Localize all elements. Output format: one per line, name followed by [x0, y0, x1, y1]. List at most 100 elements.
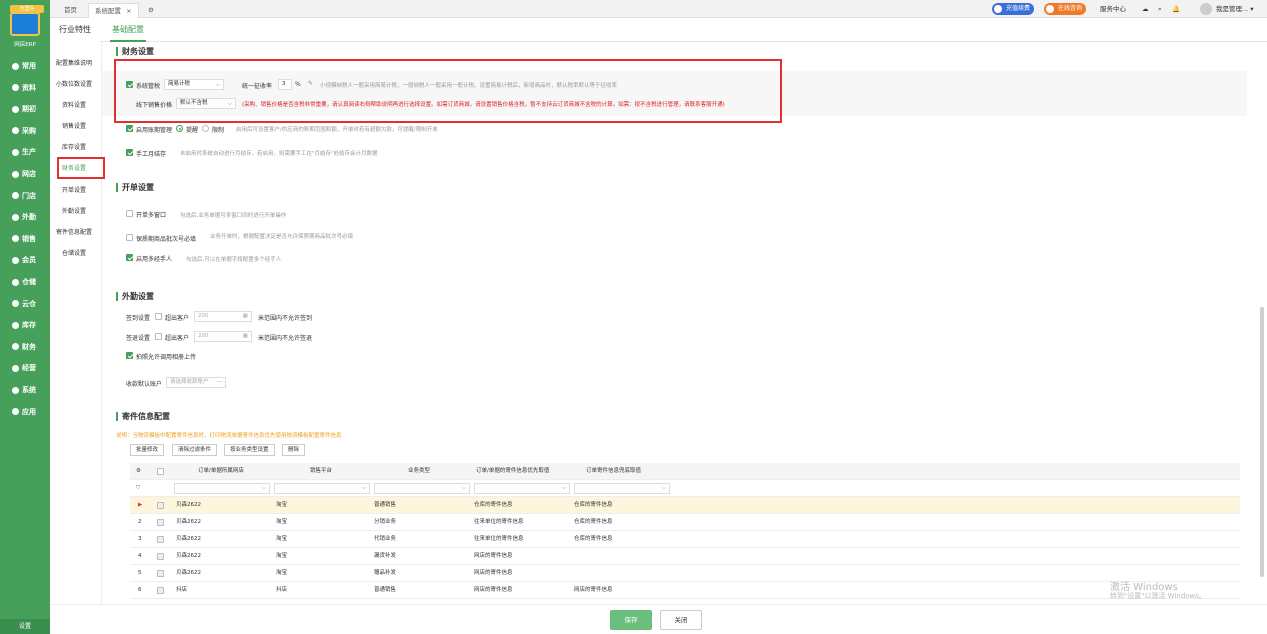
sidebar-item[interactable]: 外勤 [0, 207, 50, 227]
sidebar-item[interactable]: 网店 [0, 164, 50, 184]
app-logo: 万里牛 [10, 5, 44, 36]
chevron-down-icon: ⌵ [261, 485, 266, 491]
table-row[interactable]: 3 贝森2622 淘宝 代销业务 往来单位的寄件信息 仓库的寄件信息 [130, 531, 1240, 548]
gear-icon[interactable]: ⚙ [142, 3, 160, 18]
tab-home[interactable]: 首页 [58, 3, 83, 18]
checkout-distance-input[interactable]: 200 ▦ [194, 331, 252, 342]
more-icon[interactable]: ⋯ [217, 378, 223, 387]
multi-window-checkbox[interactable] [126, 210, 133, 217]
table-cell: 贝森2622 [176, 502, 201, 508]
gear-icon[interactable]: ⚙ [136, 463, 141, 480]
sidebar-item[interactable]: 采购 [0, 121, 50, 141]
select-all-checkbox[interactable] [157, 468, 164, 475]
sidebar-item-label: 库存 [22, 321, 36, 330]
submenu-item[interactable]: 开单设置 [50, 185, 98, 194]
search-icon[interactable]: ⌕ [1158, 3, 1162, 15]
submenu-item[interactable]: 配置集维说明 [50, 58, 98, 67]
sidebar-item[interactable]: 生产 [0, 142, 50, 162]
save-button[interactable]: 保存 [610, 610, 652, 630]
credit-checkbox[interactable] [126, 125, 133, 132]
submenu-item[interactable]: 外勤设置 [50, 206, 98, 215]
credit-limit-radio[interactable] [202, 125, 209, 132]
filter-platform-select[interactable]: ⌵ [274, 483, 370, 494]
row-checkbox[interactable] [157, 570, 164, 577]
checkin-distance-input[interactable]: 200 ▦ [194, 311, 252, 322]
grid-header[interactable]: 业务类型 [408, 463, 430, 480]
submenu-item[interactable]: 资料设置 [50, 100, 98, 109]
grid-header[interactable]: 订单/单据所属网店 [198, 463, 244, 480]
tab-basic-config[interactable]: 基础配置 [110, 18, 146, 42]
table-row[interactable]: 5 贝森2622 淘宝 赠品补发 网店的寄件信息 [130, 565, 1240, 582]
sidebar-item-label: 系统 [22, 386, 36, 394]
consult-button[interactable]: 在线咨询 [1044, 3, 1087, 15]
recharge-button[interactable]: 充值续费 [992, 3, 1035, 15]
cloud-icon[interactable]: ☁ [1142, 3, 1149, 15]
submenu-item[interactable]: 库存设置 [50, 142, 98, 151]
credit-remind-radio[interactable] [176, 125, 183, 132]
set-by-type-button[interactable]: 按业务类型设置 [224, 444, 275, 456]
grid-header[interactable]: 销售平台 [310, 463, 332, 480]
stepper-icon[interactable]: ▦ [243, 312, 248, 321]
sidebar-item[interactable]: 期初 [0, 99, 50, 119]
user-menu[interactable]: 我是管理... ▾ [1216, 3, 1254, 15]
table-row[interactable]: ▶ 贝森2622 淘宝 普通销售 仓库的寄件信息 仓库的寄件信息 [130, 497, 1240, 514]
stepper-icon[interactable]: ▦ [243, 332, 248, 341]
checkin-label: 签到设置 [126, 315, 151, 322]
checkin-beyond-checkbox[interactable] [155, 313, 162, 320]
table-cell: 网店的寄件信息 [574, 587, 613, 593]
row-checkbox[interactable] [157, 502, 164, 509]
filter-icon[interactable]: ⛉ [136, 480, 140, 497]
sidebar-item[interactable]: 库存 [0, 315, 50, 335]
filter-shop-select[interactable]: ⌵ [174, 483, 270, 494]
submenu-item[interactable]: 销售设置 [50, 121, 98, 130]
sidebar-item[interactable]: 常用 [0, 56, 50, 76]
row-checkbox[interactable] [157, 536, 164, 543]
sidebar-item[interactable]: 云仓 [0, 294, 50, 314]
batch-edit-button[interactable]: 批量修改 [130, 444, 165, 456]
batch-required-checkbox[interactable] [126, 234, 133, 241]
manual-close-checkbox[interactable] [126, 149, 133, 156]
account-select[interactable]: 请选择收款账户 ⋯ [166, 377, 226, 388]
sidebar-item[interactable]: 财务 [0, 337, 50, 357]
table-row[interactable]: 2 贝森2622 淘宝 分销业务 往来单位的寄件信息 仓库的寄件信息 [130, 514, 1240, 531]
sidebar-item[interactable]: 仓储 [0, 272, 50, 292]
delete-button[interactable]: 删除 [282, 444, 306, 456]
top-bar: 首页 系统配置 × ⚙ 充值续费 在线咨询 服务中心 ☁ ⌕ 🔔 我是管理...… [50, 0, 1267, 18]
scroll-thumb[interactable] [1260, 307, 1264, 577]
sidebar-item[interactable]: 门店 [0, 186, 50, 206]
close-button[interactable]: 关闭 [660, 610, 702, 630]
sidebar-item[interactable]: 系统 [0, 380, 50, 400]
submenu-item[interactable]: 寄件信息配置 [50, 227, 98, 236]
row-checkbox[interactable] [157, 519, 164, 526]
service-center-link[interactable]: 服务中心 [1100, 3, 1126, 15]
bell-icon[interactable]: 🔔 [1172, 3, 1180, 15]
sidebar-item[interactable]: 应用 [0, 402, 50, 422]
checkout-beyond-checkbox[interactable] [155, 333, 162, 340]
submenu-item[interactable]: 仓储设置 [50, 248, 98, 257]
tab-system-config[interactable]: 系统配置 × [88, 3, 139, 18]
sidebar-item[interactable]: 会员 [0, 250, 50, 270]
table-row[interactable]: 4 贝森2622 淘宝 漏货补发 网店的寄件信息 [130, 548, 1240, 565]
multi-agent-checkbox[interactable] [126, 254, 133, 261]
sidebar-item[interactable]: 销售 [0, 229, 50, 249]
photo-album-checkbox[interactable] [126, 352, 133, 359]
row-checkbox[interactable] [157, 553, 164, 560]
table-row[interactable]: 6 抖店 抖店 普通销售 网店的寄件信息 网店的寄件信息 [130, 582, 1240, 599]
section-title-shipping: 寄件信息配置 [116, 412, 170, 421]
sidebar-item[interactable]: 资料 [0, 78, 50, 98]
filter-type-select[interactable]: ⌵ [374, 483, 470, 494]
close-icon[interactable]: × [126, 7, 131, 15]
grid-header[interactable]: 订单/单据的寄件信息优先取值 [476, 463, 549, 480]
clear-filter-button[interactable]: 清除过滤条件 [172, 444, 218, 456]
sidebar-item[interactable]: 经营 [0, 358, 50, 378]
row-checkbox[interactable] [157, 587, 164, 594]
avatar[interactable] [1200, 3, 1212, 15]
sidebar-item-label: 期初 [22, 105, 36, 114]
submenu-item[interactable]: 小数位数设置 [50, 79, 98, 88]
filter-fallback-select[interactable]: ⌵ [574, 483, 670, 494]
grid-header[interactable]: 订单寄件信息兜底取值 [586, 463, 641, 480]
settings-button[interactable]: 设置 [0, 619, 50, 634]
page-scrollbar[interactable] [1257, 42, 1267, 604]
table-cell: 网店的寄件信息 [474, 553, 513, 559]
filter-first-select[interactable]: ⌵ [474, 483, 570, 494]
